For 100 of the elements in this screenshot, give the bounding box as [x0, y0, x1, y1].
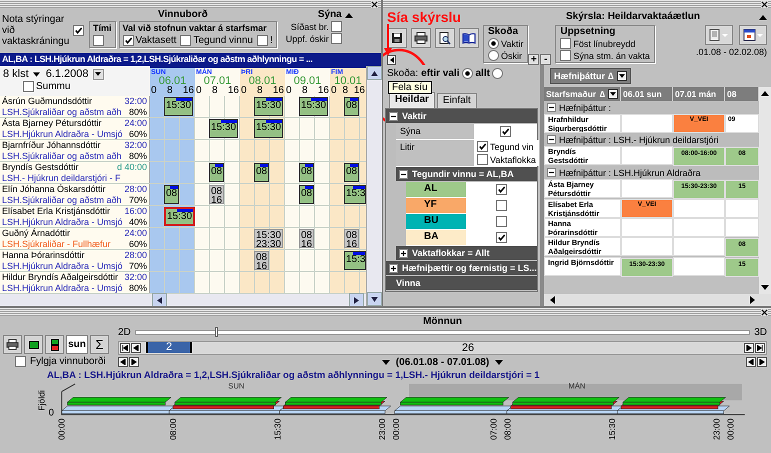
group-row[interactable]: Hæfniþáttur : [544, 101, 759, 114]
checkbox[interactable] [477, 141, 488, 152]
checkbox[interactable] [15, 356, 26, 367]
collapse-icon[interactable] [547, 103, 556, 112]
filter-section-header[interactable]: Vaktir [386, 109, 537, 124]
page-indicator[interactable]: 2 [146, 342, 192, 354]
employee-cell[interactable]: Bryndís Gestsdóttir d 40:00 LSH.- Hjúkrun deildarstjóri - F [0, 162, 150, 183]
filter-section-header[interactable]: Hæfniþættir og færnistig = LS... [386, 261, 537, 276]
collapse-icon[interactable] [547, 135, 556, 144]
day-cell[interactable]: 08 [330, 162, 366, 183]
day-cell[interactable] [195, 250, 240, 271]
previous-icon[interactable] [746, 357, 756, 368]
filter-section-header[interactable]: Vinna [386, 276, 537, 291]
shift-block[interactable]: 15:30 [299, 97, 328, 116]
scroll-down-icon[interactable] [761, 285, 769, 290]
expand-all-button[interactable]: + [528, 54, 540, 65]
day-cell[interactable] [195, 228, 240, 249]
checkbox[interactable] [496, 216, 507, 227]
dropdown-icon[interactable] [616, 71, 627, 81]
checkbox[interactable] [122, 35, 134, 46]
day-cell[interactable]: 08 [330, 96, 366, 117]
day-cell[interactable]: 08 16 [330, 228, 366, 249]
checkbox[interactable] [500, 126, 511, 137]
shift-block[interactable]: 08 [299, 185, 314, 204]
expand-icon[interactable] [399, 248, 408, 258]
employee-cell[interactable]: Elísabet Erla Kristjánsdóttir 16:00 LSH.Hjúkrun Aldraðra - Umsjó 40% [0, 206, 150, 227]
shift-block[interactable]: 08 16 [344, 229, 360, 248]
day-cell[interactable]: 15:30 [285, 96, 330, 117]
square-icon[interactable] [24, 335, 43, 354]
shift-block[interactable]: 08 16 [299, 229, 314, 248]
day-cell[interactable] [240, 184, 285, 205]
day-cell[interactable] [240, 272, 285, 293]
close-icon[interactable] [371, 0, 378, 8]
checkbox[interactable] [23, 81, 34, 92]
day-cell[interactable] [285, 206, 330, 227]
scroll-left-icon[interactable] [550, 296, 555, 304]
shift-block[interactable]: 08 [209, 163, 224, 182]
shift-block[interactable]: 15:30 [254, 97, 284, 116]
day-cell[interactable]: 08 [285, 184, 330, 205]
next-icon[interactable] [757, 357, 767, 368]
next-icon[interactable] [129, 357, 139, 368]
day-cell[interactable] [195, 206, 240, 227]
shift-block[interactable]: 15:3 [344, 251, 366, 270]
day-cell[interactable] [285, 118, 330, 139]
shift-block[interactable]: 15:30 23:30 [254, 229, 284, 248]
checkbox[interactable] [496, 184, 507, 195]
checkbox[interactable] [496, 200, 507, 211]
day-cell[interactable] [285, 272, 330, 293]
stacked-squares-icon[interactable] [45, 335, 64, 354]
last-page-icon[interactable] [755, 342, 765, 353]
day-cell[interactable] [150, 228, 195, 249]
shift-block[interactable]: 08 [344, 163, 360, 182]
employee-cell[interactable]: Ásrún Guðmundsdóttir 32:00 LSH.Sjúkraliðar og aðstm aðh 80% [0, 96, 150, 117]
dropdown-icon[interactable] [608, 89, 618, 99]
calendar-icon[interactable] [739, 25, 767, 45]
day-cell[interactable]: 15:30 [195, 118, 240, 139]
sum-button[interactable]: Σ [90, 335, 109, 354]
interval-select[interactable]: 8 klst [3, 68, 40, 80]
radio-button[interactable] [488, 50, 499, 61]
depth-slider[interactable] [134, 330, 750, 336]
day-cell[interactable]: 08 [285, 162, 330, 183]
dropdown-icon[interactable] [495, 360, 504, 365]
report-layout-icon[interactable] [705, 25, 733, 45]
day-cell[interactable] [150, 140, 195, 161]
day-cell[interactable]: 15:30 [150, 206, 195, 227]
day-cell[interactable]: 08 16 [195, 184, 240, 205]
filter-section-header[interactable]: Tegundir vinnu = AL,BA [396, 167, 537, 182]
day-cell[interactable]: 15:3 [330, 184, 366, 205]
dropdown-icon[interactable] [95, 72, 102, 76]
day-cell[interactable]: 08 [195, 162, 240, 183]
date-field[interactable]: 6.1.2008 [46, 68, 104, 80]
day-cell[interactable] [150, 272, 195, 293]
close-icon[interactable] [761, 0, 768, 8]
checkbox[interactable] [560, 50, 572, 61]
group-by-button[interactable]: Hæfniþáttur ∆ [550, 68, 631, 84]
book-icon[interactable] [459, 28, 479, 48]
day-cell[interactable] [330, 272, 366, 293]
day-cell[interactable] [195, 272, 240, 293]
group-row[interactable]: Hæfniþáttur : LSH.Hjúkrun Aldraðra [544, 166, 759, 179]
shift-block[interactable]: 08 16 [254, 251, 270, 270]
day-cell[interactable] [330, 140, 366, 161]
radio-button[interactable] [488, 38, 499, 49]
save-icon[interactable] [387, 28, 407, 48]
day-cell[interactable] [330, 206, 366, 227]
day-cell[interactable]: 15:30 [150, 96, 195, 117]
collapse-icon[interactable] [399, 170, 408, 178]
checkbox[interactable] [256, 35, 268, 46]
checkbox[interactable] [93, 35, 104, 46]
collapse-icon[interactable] [344, 12, 353, 18]
shift-block[interactable]: 08 [254, 163, 270, 182]
scroll-left-icon[interactable] [152, 293, 167, 307]
checkbox[interactable] [477, 154, 488, 165]
day-cell[interactable]: 15:3 [330, 250, 366, 271]
filter-section-header[interactable]: Vaktaflokkar = Allt [396, 246, 537, 261]
employee-cell[interactable]: Guðný Árnadóttir 24:00 LSH.Sjúkraliðar - Fullhæfur 60% [0, 228, 150, 249]
checkbox[interactable] [560, 38, 572, 49]
dropdown-icon[interactable] [32, 72, 40, 76]
day-cell[interactable]: 08 16 [285, 228, 330, 249]
day-cell[interactable]: 15:30 [240, 118, 285, 139]
next-icon[interactable] [744, 342, 754, 353]
